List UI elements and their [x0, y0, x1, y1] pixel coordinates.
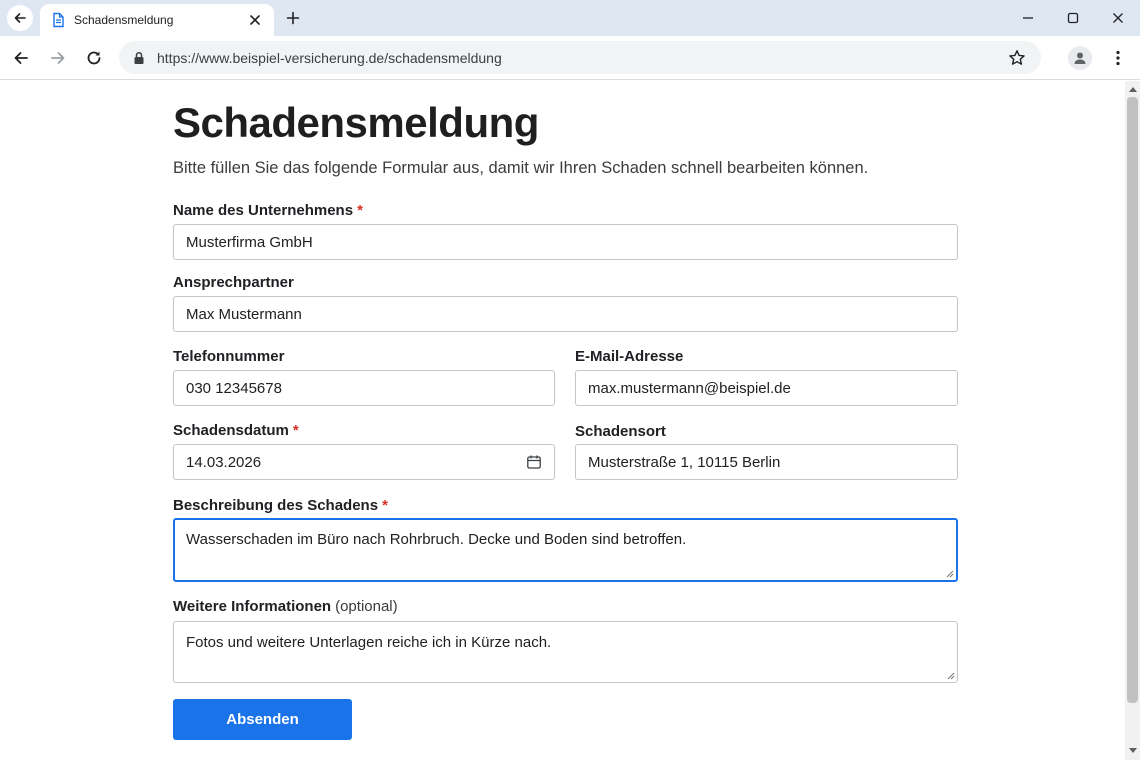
close-icon[interactable] [246, 11, 264, 29]
star-icon[interactable] [1007, 48, 1027, 68]
phone-input[interactable] [173, 370, 555, 406]
scroll-up-arrow-icon[interactable] [1125, 83, 1140, 95]
profile-icon [1074, 52, 1086, 64]
forward-button[interactable] [46, 46, 70, 70]
document-icon [50, 12, 66, 28]
tab-title: Schadensmeldung [74, 13, 174, 27]
profile-button[interactable] [1068, 46, 1092, 70]
tab-search-button[interactable] [7, 5, 33, 31]
intro-text: Bitte füllen Sie das folgende Formular a… [173, 159, 869, 177]
reload-button[interactable] [82, 46, 106, 70]
damage-description-textarea[interactable]: Wasserschaden im Büro nach Rohrbruch. De… [173, 518, 958, 582]
contact-label: Ansprechpartner [173, 274, 294, 291]
damage-location-label: Schadensort [575, 423, 666, 440]
damage-location-input[interactable] [575, 444, 958, 480]
email-label: E-Mail-Adresse [575, 348, 684, 365]
scrollbar-thumb[interactable] [1127, 97, 1138, 703]
company-label: Name des Unternehmens * [173, 202, 363, 219]
company-name-input[interactable] [173, 224, 958, 260]
optional-hint: (optional) [335, 598, 398, 615]
url-text: https://www.beispiel-versicherung.de/sch… [157, 49, 502, 66]
browser-tab[interactable]: Schadensmeldung [40, 4, 274, 36]
damage-date-label-text: Schadensdatum [173, 422, 289, 439]
back-button[interactable] [9, 46, 33, 70]
kebab-menu-icon[interactable] [1108, 46, 1128, 70]
submit-button[interactable]: Absenden [173, 699, 352, 740]
description-label: Beschreibung des Schadens * [173, 497, 388, 514]
additional-info-label: Weitere Informationen (optional) [173, 598, 398, 615]
damage-date-label: Schadensdatum * [173, 422, 299, 439]
required-mark: * [382, 497, 388, 514]
window-close-icon[interactable] [1108, 8, 1128, 28]
additional-info-label-text: Weitere Informationen [173, 598, 332, 615]
company-label-text: Name des Unternehmens [173, 202, 354, 219]
required-mark: * [292, 422, 299, 439]
maximize-icon[interactable] [1063, 8, 1083, 28]
address-bar[interactable]: https://www.beispiel-versicherung.de/sch… [119, 41, 1041, 74]
lock-icon [131, 50, 147, 66]
tab-strip: Schadensmeldung [0, 0, 1140, 36]
minimize-icon[interactable] [1018, 8, 1038, 28]
calendar-icon[interactable] [526, 454, 542, 470]
required-mark: * [357, 202, 363, 219]
resize-handle-icon[interactable] [945, 670, 955, 680]
browser-toolbar: https://www.beispiel-versicherung.de/sch… [0, 36, 1140, 80]
resize-handle-icon[interactable] [944, 568, 954, 578]
email-input[interactable] [575, 370, 958, 406]
phone-label: Telefonnummer [173, 348, 285, 365]
back-icon [14, 52, 28, 64]
page-scrollbar[interactable] [1125, 81, 1140, 760]
damage-date-value: 14.03.2026 [186, 453, 262, 471]
back-icon [14, 13, 26, 23]
contact-person-input[interactable] [173, 296, 958, 332]
page-title: Schadensmeldung [173, 99, 539, 146]
description-label-text: Beschreibung des Schadens [173, 497, 379, 514]
damage-date-input[interactable]: 14.03.2026 [173, 444, 555, 480]
plus-icon[interactable] [283, 8, 303, 28]
forward-icon [51, 52, 65, 64]
scroll-down-arrow-icon[interactable] [1125, 745, 1140, 757]
page-content: Schadensmeldung Bitte füllen Sie das fol… [0, 81, 1125, 760]
reload-icon [87, 51, 101, 65]
additional-info-textarea[interactable]: Fotos und weitere Unterlagen reiche ich … [173, 621, 958, 683]
